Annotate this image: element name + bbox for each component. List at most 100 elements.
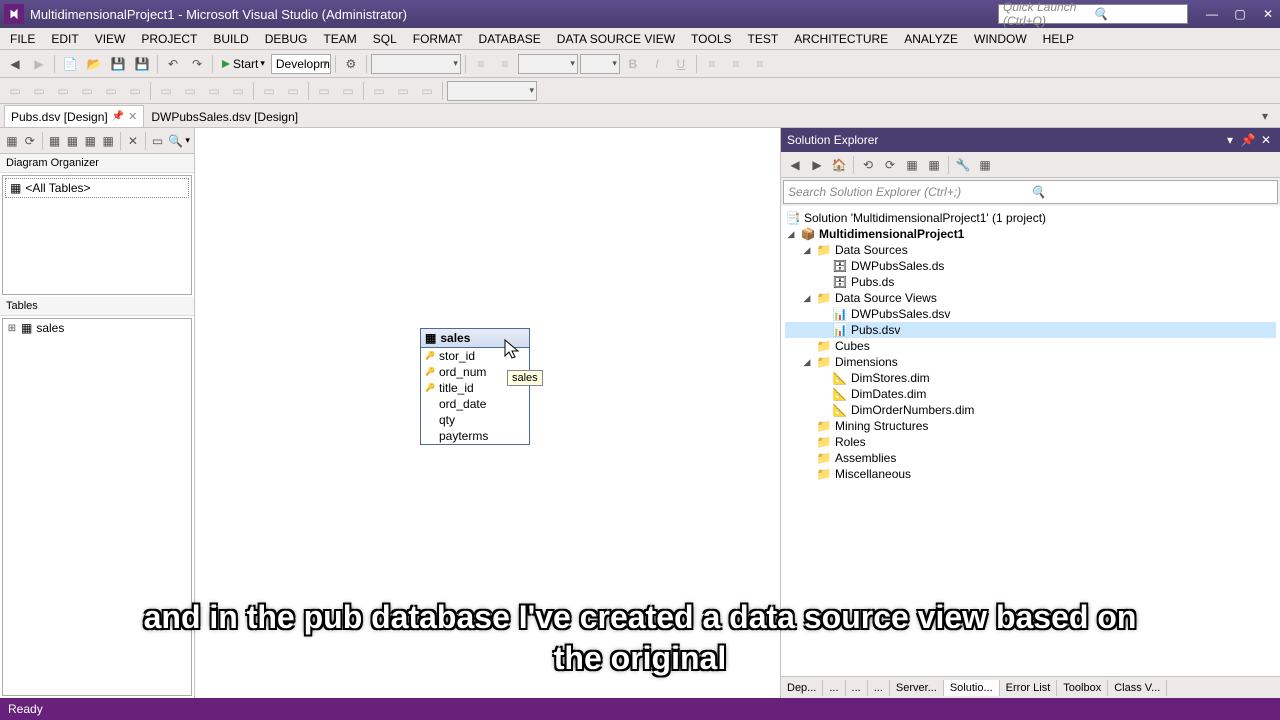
folder-cubes[interactable]: 📁 Cubes <box>785 338 1276 354</box>
redo-button[interactable]: ↷ <box>186 53 208 75</box>
menu-dsv[interactable]: DATA SOURCE VIEW <box>549 30 683 48</box>
expander-icon[interactable]: ⊞ <box>7 323 17 334</box>
sol-properties-button[interactable]: 🔧 <box>953 155 973 175</box>
file-dimstores[interactable]: 📐 DimStores.dim <box>785 370 1276 386</box>
tb2-btn-11[interactable]: ▭ <box>258 80 280 102</box>
uncomment-button[interactable]: ≡ <box>494 53 516 75</box>
tab-dwpubssales-dsv[interactable]: DWPubsSales.dsv [Design] <box>144 105 305 127</box>
table-column-row[interactable]: payterms <box>421 428 529 444</box>
project-node[interactable]: ◢ 📦 MultidimensionalProject1 <box>785 226 1276 242</box>
menu-view[interactable]: VIEW <box>87 30 134 48</box>
table-box-sales[interactable]: ▦ sales 🔑stor_id🔑ord_num🔑title_idord_dat… <box>420 328 530 445</box>
menu-build[interactable]: BUILD <box>205 30 256 48</box>
table-column-row[interactable]: qty <box>421 412 529 428</box>
menu-project[interactable]: PROJECT <box>133 30 205 48</box>
bottom-tab-1[interactable]: ... <box>823 680 845 696</box>
folder-roles[interactable]: 📁 Roles <box>785 434 1276 450</box>
sol-back-button[interactable]: ◀ <box>785 155 805 175</box>
panel-dropdown-button[interactable]: ▾ <box>1222 132 1238 148</box>
new-file-button[interactable]: 📄 <box>59 53 81 75</box>
menu-tools[interactable]: TOOLS <box>683 30 739 48</box>
refresh-button[interactable]: ⟳ <box>22 131 38 151</box>
tb2-btn-9[interactable]: ▭ <box>203 80 225 102</box>
menu-debug[interactable]: DEBUG <box>257 30 316 48</box>
close-icon[interactable]: ✕ <box>128 110 137 123</box>
folder-assemblies[interactable]: 📁 Assemblies <box>785 450 1276 466</box>
menu-test[interactable]: TEST <box>740 30 787 48</box>
folder-dimensions[interactable]: ◢ 📁 Dimensions <box>785 354 1276 370</box>
forward-button[interactable]: ▶ <box>28 53 50 75</box>
solution-search-input[interactable]: Search Solution Explorer (Ctrl+;) 🔍 <box>783 180 1278 204</box>
tb2-combo[interactable] <box>447 81 537 101</box>
file-pubs-ds[interactable]: 🗄 Pubs.ds <box>785 274 1276 290</box>
tb2-btn-6[interactable]: ▭ <box>124 80 146 102</box>
maximize-button[interactable]: ▢ <box>1232 6 1248 22</box>
menu-sql[interactable]: SQL <box>365 30 405 48</box>
file-pubs-dsv[interactable]: 📊 Pubs.dsv <box>785 322 1276 338</box>
align-right-button[interactable]: ≡ <box>749 53 771 75</box>
align-left-button[interactable]: ≡ <box>701 53 723 75</box>
open-button[interactable]: 📂 <box>83 53 105 75</box>
align-center-button[interactable]: ≡ <box>725 53 747 75</box>
folder-misc[interactable]: 📁 Miscellaneous <box>785 466 1276 482</box>
undo-button[interactable]: ↶ <box>162 53 184 75</box>
add-table-button[interactable]: ▦ <box>4 131 20 151</box>
bottom-tab-classview[interactable]: Class V... <box>1108 680 1167 696</box>
file-dimdates[interactable]: 📐 DimDates.dim <box>785 386 1276 402</box>
tb2-btn-16[interactable]: ▭ <box>392 80 414 102</box>
tb2-btn-2[interactable]: ▭ <box>28 80 50 102</box>
quick-launch-input[interactable]: Quick Launch (Ctrl+Q) 🔍 <box>998 4 1188 24</box>
bottom-tab-toolbox[interactable]: Toolbox <box>1057 680 1108 696</box>
table-box-header[interactable]: ▦ sales <box>421 329 529 348</box>
find-button[interactable]: 🔍 <box>168 131 184 151</box>
pin-icon[interactable]: 📌 <box>112 111 124 122</box>
tb2-btn-8[interactable]: ▭ <box>179 80 201 102</box>
bold-button[interactable]: B <box>622 53 644 75</box>
tb2-btn-15[interactable]: ▭ <box>368 80 390 102</box>
underline-button[interactable]: U <box>670 53 692 75</box>
tb2-btn-1[interactable]: ▭ <box>4 80 26 102</box>
tb2-btn-10[interactable]: ▭ <box>227 80 249 102</box>
menu-architecture[interactable]: ARCHITECTURE <box>786 30 896 48</box>
tab-dropdown-button[interactable]: ▾ <box>1254 105 1276 127</box>
sol-forward-button[interactable]: ▶ <box>807 155 827 175</box>
table-column-row[interactable]: 🔑stor_id <box>421 348 529 364</box>
tb2-btn-17[interactable]: ▭ <box>416 80 438 102</box>
tb2-btn-14[interactable]: ▭ <box>337 80 359 102</box>
close-button[interactable]: ✕ <box>1260 6 1276 22</box>
tb2-btn-4[interactable]: ▭ <box>76 80 98 102</box>
solution-node[interactable]: 📑 Solution 'MultidimensionalProject1' (1… <box>785 210 1276 226</box>
save-button[interactable]: 💾 <box>107 53 129 75</box>
tb2-btn-7[interactable]: ▭ <box>155 80 177 102</box>
bottom-tab-errorlist[interactable]: Error List <box>1000 680 1058 696</box>
minimize-button[interactable]: — <box>1204 6 1220 22</box>
italic-button[interactable]: I <box>646 53 668 75</box>
folder-data-source-views[interactable]: ◢ 📁 Data Source Views <box>785 290 1276 306</box>
expander-icon[interactable]: ◢ <box>785 229 797 240</box>
tb2-btn-3[interactable]: ▭ <box>52 80 74 102</box>
expander-icon[interactable]: ◢ <box>801 357 813 368</box>
bottom-tab-2[interactable]: ... <box>846 680 868 696</box>
delete-button[interactable]: ✕ <box>125 131 141 151</box>
delete-diagram-button[interactable]: ▦ <box>64 131 80 151</box>
tb2-btn-12[interactable]: ▭ <box>282 80 304 102</box>
panel-pin-button[interactable]: 📌 <box>1240 132 1256 148</box>
diagram-all-tables[interactable]: ▦ <All Tables> <box>5 178 189 198</box>
menu-window[interactable]: WINDOW <box>966 30 1035 48</box>
table-column-row[interactable]: ord_date <box>421 396 529 412</box>
bottom-tab-4[interactable]: Server... <box>890 680 944 696</box>
panel-close-button[interactable]: ✕ <box>1258 132 1274 148</box>
show-button[interactable]: ▦ <box>82 131 98 151</box>
menu-team[interactable]: TEAM <box>315 30 364 48</box>
start-button[interactable]: Start ▾ <box>217 57 269 71</box>
size-combo[interactable] <box>580 54 620 74</box>
expander-icon[interactable]: ◢ <box>801 245 813 256</box>
tab-pubs-dsv[interactable]: Pubs.dsv [Design] 📌 ✕ <box>4 105 144 127</box>
bottom-tab-0[interactable]: Dep... <box>781 680 823 696</box>
menu-edit[interactable]: EDIT <box>43 30 86 48</box>
folder-mining[interactable]: 📁 Mining Structures <box>785 418 1276 434</box>
file-dimordernumbers[interactable]: 📐 DimOrderNumbers.dim <box>785 402 1276 418</box>
expander-icon[interactable]: ◢ <box>801 293 813 304</box>
tb2-btn-13[interactable]: ▭ <box>313 80 335 102</box>
sol-home-button[interactable]: 🏠 <box>829 155 849 175</box>
